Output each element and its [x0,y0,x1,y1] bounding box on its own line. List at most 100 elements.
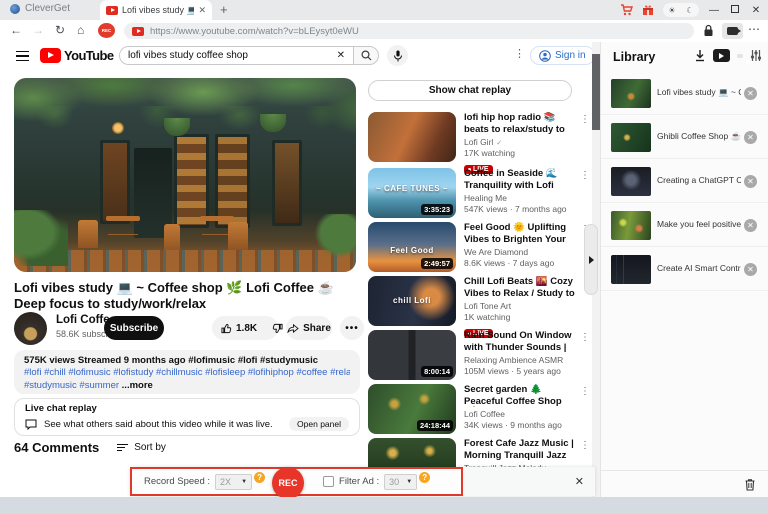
camera-permission-button[interactable] [722,23,743,39]
like-button[interactable]: 1.8K [212,323,264,334]
video-options-icon[interactable]: ⋮ [580,170,590,181]
download-icon[interactable] [694,49,706,62]
voice-search-button[interactable] [387,45,408,66]
menu-hamburger-icon[interactable] [16,51,29,61]
video-options-icon[interactable]: ⋮ [580,440,590,451]
recommended-video[interactable]: Feel Good 2:49:57 Feel Good 🌞 Uplifting … [368,222,590,276]
open-panel-button[interactable]: Open panel [289,417,349,431]
close-window-button[interactable]: ✕ [750,5,762,16]
title-bar: CleverGet Lofi vibes study 💻 ~ ✕ + ☀ ☾ —… [0,0,768,20]
library-panel: Library Lofi vibes study 💻 ~ Cof... ✕ Gh… [600,42,768,497]
more-link[interactable]: ...more [119,380,153,391]
sort-icon [117,444,128,452]
remove-item-icon[interactable]: ✕ [744,219,757,232]
chevron-down-icon: ▼ [406,479,412,485]
filter-ad-checkbox[interactable] [323,476,334,487]
youtube-menu-dots[interactable]: ⋮ [514,47,525,60]
video-title: Lofi vibes study 💻 ~ Coffee shop 🌿 Lofi … [14,280,360,311]
recommended-video[interactable]: lofi hip hop radio 📚 beats to relax/stud… [368,112,590,166]
tab-close-icon[interactable]: ✕ [198,5,206,16]
filter-ad-label: Filter Ad : [339,476,379,487]
library-item[interactable]: Create AI Smart Contract ... ✕ [601,248,768,291]
filter-ad-select[interactable]: 30 ▼ [384,474,417,490]
video-options-icon[interactable]: ⋮ [580,386,590,397]
filter-help-icon[interactable]: ? [419,472,430,483]
minimize-button[interactable]: — [708,5,720,16]
video-library-icon[interactable] [713,49,730,62]
gift-icon[interactable] [642,4,654,16]
video-thumbnail[interactable]: 24:18:44 [368,384,456,434]
more-actions-button[interactable]: ••• [340,316,364,340]
rec-button[interactable]: REC [272,467,304,499]
record-speed-label: Record Speed : [144,476,210,487]
search-input[interactable]: lofi vibes study coffee shop ✕ [119,46,353,65]
page-scrollbar-thumb[interactable] [592,54,600,130]
sun-icon[interactable]: ☀ [668,6,675,15]
clear-search-icon[interactable]: ✕ [333,50,345,61]
remove-item-icon[interactable]: ✕ [744,87,757,100]
maximize-button[interactable] [729,5,741,16]
remove-item-icon[interactable]: ✕ [744,131,757,144]
close-record-bar-icon[interactable]: ✕ [575,475,584,488]
youtube-header: YouTube lofi vibes study coffee shop ✕ ⋮… [0,42,600,70]
search-icon [361,50,372,61]
remove-item-icon[interactable]: ✕ [744,175,757,188]
share-button[interactable]: Share [286,316,332,340]
home-button[interactable]: ⌂ [77,23,84,37]
remove-item-icon[interactable]: ✕ [744,263,757,276]
video-description[interactable]: 575K views Streamed 9 months ago #lofimu… [14,350,360,394]
video-options-icon[interactable]: ⋮ [580,114,590,125]
forward-button[interactable]: → [32,23,44,37]
library-item[interactable]: Ghibli Coffee Shop ☕ M... ✕ [601,116,768,159]
live-chat-title: Live chat replay [25,403,349,414]
library-item[interactable]: Make you feel positive an... ✕ [601,204,768,247]
record-speed-select[interactable]: 2X ▼ [215,474,252,490]
cart-icon[interactable] [620,4,633,16]
live-chat-replay-box: Live chat replay See what others said ab… [14,398,360,436]
channel-row: Lofi Coffee 58.6K subscribers Subscribe … [0,312,360,346]
hashtags-line1[interactable]: #lofi #chill #lofimusic #lofistudy #chil… [24,367,350,379]
recommended-video[interactable]: 24:18:44 Secret garden 🌲 Peaceful Coffee… [368,384,590,438]
video-thumbnail[interactable]: 8:00:14 [368,330,456,380]
recommended-video[interactable]: ~ CAFE TUNES ~ 3:35:23 Coffee in Seaside… [368,168,590,222]
camera-icon [727,27,738,35]
library-item[interactable]: Creating a ChatGPT Contr... ✕ [601,160,768,203]
record-button-toolbar[interactable]: REC [98,23,115,38]
sort-by-button[interactable]: Sort by [117,442,166,453]
video-player[interactable] [14,78,356,272]
panel-collapse-handle[interactable] [584,224,598,295]
address-bar[interactable]: https://www.youtube.com/watch?v=bLEysyt0… [124,23,694,39]
library-thumbnail [611,79,651,108]
search-button[interactable] [353,46,379,65]
channel-avatar[interactable] [14,312,47,345]
speed-help-icon[interactable]: ? [254,472,265,483]
moon-icon[interactable]: ☾ [686,6,693,15]
theme-toggle[interactable]: ☀ ☾ [663,3,699,17]
recommended-video[interactable]: chill Lofi Chill Lofi Beats 🌇 Cozy Vibes… [368,276,590,330]
new-tab-button[interactable]: + [220,2,228,17]
browser-tab[interactable]: Lofi vibes study 💻 ~ ✕ [100,0,212,20]
video-thumbnail[interactable]: Feel Good 2:49:57 [368,222,456,272]
video-thumbnail[interactable]: chill Lofi [368,276,456,326]
trash-icon[interactable] [744,478,756,491]
subscribe-button[interactable]: Subscribe [104,316,164,340]
recommended-video[interactable]: 8:00:14 Rain Sound On Window with Thunde… [368,330,590,384]
browser-menu-button[interactable]: ⋯ [748,22,761,36]
tab-title: Lofi vibes study 💻 ~ [122,5,194,16]
mic-icon [393,50,403,62]
url-text: https://www.youtube.com/watch?v=bLEysyt0… [150,26,359,37]
hashtags-line2[interactable]: #studymusic #summer ...more [24,380,350,392]
video-thumbnail[interactable] [368,112,456,162]
library-item[interactable]: Lofi vibes study 💻 ~ Cof... ✕ [601,72,768,115]
video-thumbnail[interactable]: ~ CAFE TUNES ~ 3:35:23 [368,168,456,218]
video-options-icon[interactable]: ⋮ [580,332,590,343]
tune-icon[interactable] [750,49,762,62]
signin-button[interactable]: Sign in [530,46,595,65]
duration-badge: 24:18:44 [417,420,453,431]
show-chat-replay-button[interactable]: Show chat replay [368,80,572,101]
youtube-logo[interactable]: YouTube [40,48,113,63]
lock-icon[interactable] [703,24,714,37]
reload-button[interactable]: ↻ [55,23,65,37]
playing-tab-icon[interactable] [737,54,743,58]
back-button[interactable]: ← [10,23,22,37]
